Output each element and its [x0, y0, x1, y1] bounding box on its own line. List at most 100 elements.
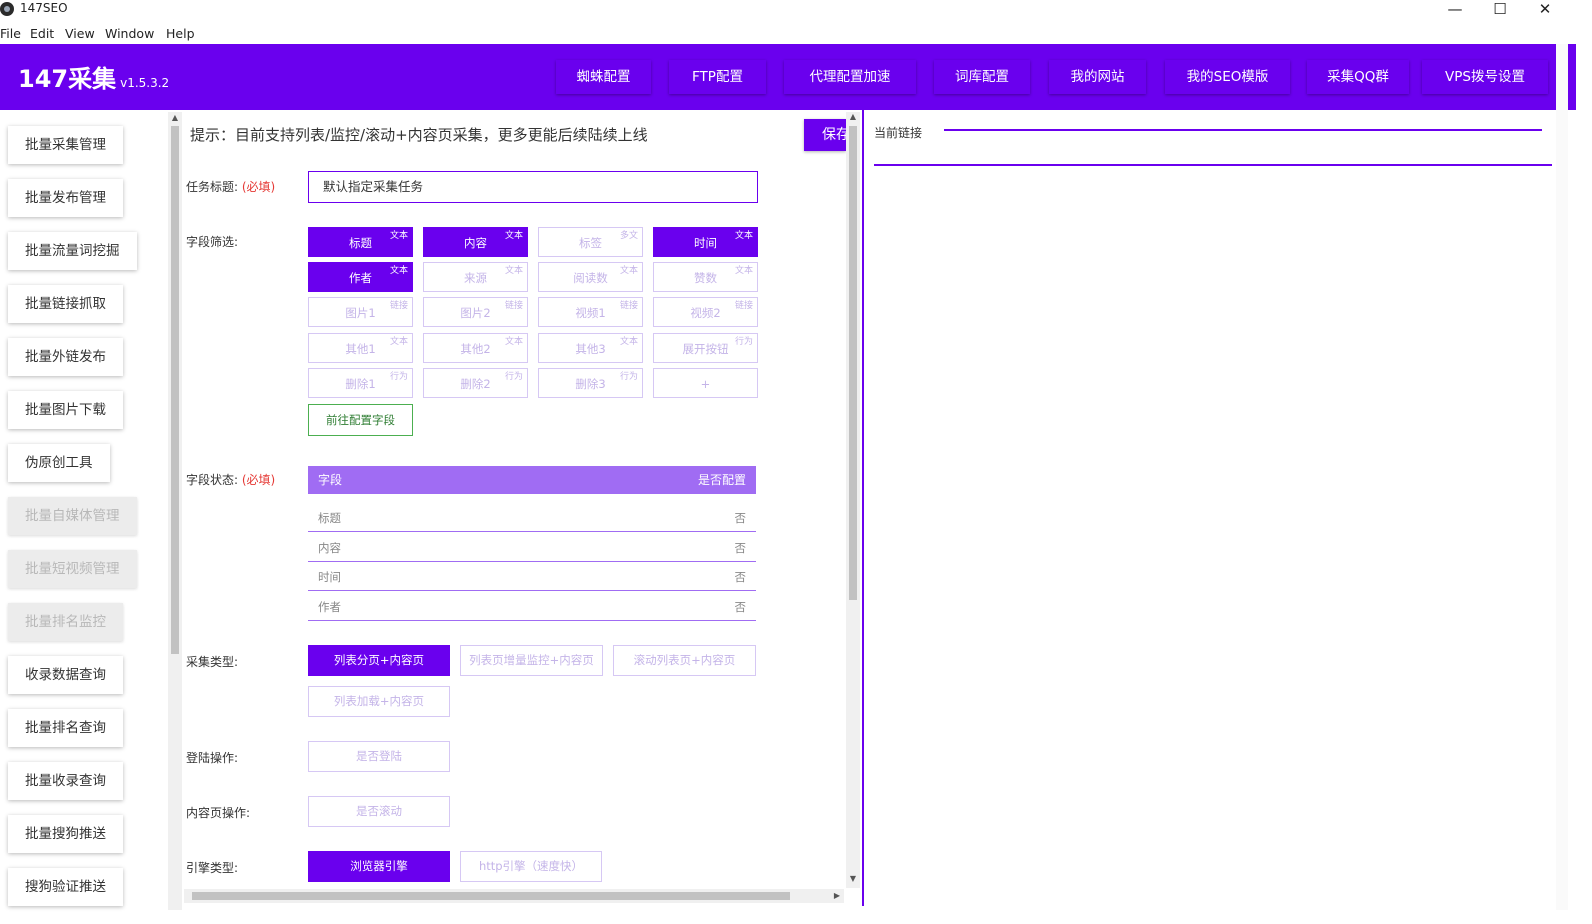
field-chip-name: 标题: [349, 236, 372, 250]
sidebar-item-sogou-push[interactable]: 批量搜狗推送: [8, 815, 123, 853]
field-chip[interactable]: 时间 文本: [653, 227, 758, 257]
status-row-value: 否: [734, 541, 747, 555]
field-chip-name: +: [700, 377, 711, 391]
nav-ftp-config[interactable]: FTP配置: [669, 60, 766, 94]
nav-vps-dialup[interactable]: VPS拨号设置: [1422, 60, 1548, 94]
sidebar-item-batch-publish[interactable]: 批量发布管理: [8, 179, 123, 217]
sidebar-item-traffic-keywords[interactable]: 批量流量词挖掘: [8, 232, 137, 270]
field-chip-name: 标签: [579, 236, 602, 250]
sidebar-item-rank-query[interactable]: 批量排名查询: [8, 709, 123, 747]
scroll-toggle-button[interactable]: 是否滚动: [308, 796, 450, 827]
engine-browser-button[interactable]: 浏览器引擎: [308, 851, 450, 882]
menu-file[interactable]: File: [0, 26, 21, 41]
field-chip[interactable]: 其他2 文本: [423, 333, 528, 363]
sidebar-item-batch-collect[interactable]: 批量采集管理: [8, 126, 123, 164]
field-chip[interactable]: +: [653, 368, 758, 398]
sidebar-item-sogou-verify[interactable]: 搜狗验证推送: [8, 868, 123, 906]
sidebar-item-image-download[interactable]: 批量图片下载: [8, 391, 123, 429]
field-chip[interactable]: 图片2 链接: [423, 297, 528, 327]
field-chip[interactable]: 展开按钮 行为: [653, 333, 758, 363]
field-chip-name: 图片1: [345, 306, 376, 320]
goto-config-fields-button[interactable]: 前往配置字段: [308, 404, 413, 436]
field-chip[interactable]: 删除3 行为: [538, 368, 643, 398]
field-chip-type-tag: 文本: [389, 231, 408, 241]
task-title-input[interactable]: 默认指定采集任务: [308, 171, 758, 203]
field-chip[interactable]: 删除1 行为: [308, 368, 413, 398]
collect-type-list-paging[interactable]: 列表分页+内容页: [308, 645, 450, 676]
nav-seo-templates[interactable]: 我的SEO模版: [1165, 60, 1290, 94]
field-chip[interactable]: 其他3 文本: [538, 333, 643, 363]
field-chip[interactable]: 标题 文本: [308, 227, 413, 257]
table-row: 内容 否: [308, 533, 756, 562]
sidebar-item-short-video[interactable]: 批量短视频管理: [8, 550, 137, 588]
status-col-field: 字段: [318, 473, 343, 487]
menu-edit[interactable]: Edit: [30, 26, 54, 41]
sidebar-item-index-data[interactable]: 收录数据查询: [8, 656, 123, 694]
field-chip-name: 视频1: [575, 306, 606, 320]
main-scroll-down-icon[interactable]: ▼: [848, 874, 858, 883]
field-status-label: 字段状态: (必填): [186, 471, 275, 488]
field-filter-label: 字段筛选:: [186, 235, 239, 249]
field-chip[interactable]: 删除2 行为: [423, 368, 528, 398]
sidebar-scroll-up-icon[interactable]: ▲: [170, 113, 180, 122]
close-button[interactable]: ✕: [1522, 0, 1568, 20]
login-toggle-button[interactable]: 是否登陆: [308, 741, 450, 772]
field-status-table-header: 字段 是否配置: [308, 466, 756, 494]
field-chip-type-tag: 链接: [619, 301, 638, 311]
main-scroll-right-icon[interactable]: ▶: [832, 891, 842, 900]
field-chip[interactable]: 赞数 文本: [653, 262, 758, 292]
window-scrollbar[interactable]: [1556, 44, 1568, 910]
status-row-field: 时间: [318, 570, 341, 584]
menu-window[interactable]: Window: [105, 26, 154, 41]
app-header: 147采集 v1.5.3.2 蜘蛛配置 FTP配置 代理配置加速 词库配置 我的网…: [0, 44, 1576, 110]
sidebar-item-backlink-publish[interactable]: 批量外链发布: [8, 338, 123, 376]
field-chip[interactable]: 阅读数 文本: [538, 262, 643, 292]
collect-type-scroll[interactable]: 滚动列表页+内容页: [613, 645, 756, 676]
minimize-button[interactable]: —: [1432, 0, 1478, 20]
sidebar-item-pseudo-original[interactable]: 伪原创工具: [8, 444, 110, 482]
field-chip[interactable]: 视频1 链接: [538, 297, 643, 327]
main-scroll-up-icon[interactable]: ▲: [848, 112, 858, 121]
sidebar-item-link-crawl[interactable]: 批量链接抓取: [8, 285, 123, 323]
sidebar-item-rank-monitor[interactable]: 批量排名监控: [8, 603, 123, 641]
engine-http-button[interactable]: http引擎（速度快）: [460, 851, 602, 882]
brand-logo: 147采集 v1.5.3.2: [18, 59, 169, 94]
field-chip[interactable]: 标签 多文: [538, 227, 643, 257]
field-chip-type-tag: 文本: [504, 337, 523, 347]
sidebar-item-index-query[interactable]: 批量收录查询: [8, 762, 123, 800]
main-scroll-thumb[interactable]: [849, 126, 857, 600]
field-chip-type-tag: 行为: [504, 372, 523, 382]
field-chip[interactable]: 图片1 链接: [308, 297, 413, 327]
field-chip-type-tag: 行为: [734, 337, 753, 347]
collect-type-incremental[interactable]: 列表页增量监控+内容页: [460, 645, 603, 676]
field-chip-type-tag: 文本: [389, 337, 408, 347]
nav-qq-group[interactable]: 采集QQ群: [1307, 60, 1409, 94]
nav-my-sites[interactable]: 我的网站: [1049, 60, 1146, 94]
field-chip-type-tag: 链接: [389, 301, 408, 311]
field-chip[interactable]: 视频2 链接: [653, 297, 758, 327]
maximize-button[interactable]: ☐: [1477, 0, 1523, 20]
field-chip-name: 赞数: [694, 271, 717, 285]
task-title-label: 任务标题: (必填): [186, 178, 275, 195]
current-link-field: [944, 129, 1542, 131]
sidebar-scroll-thumb[interactable]: [171, 126, 179, 654]
field-chip-name: 其他1: [345, 342, 376, 356]
nav-spider-config[interactable]: 蜘蛛配置: [556, 60, 651, 94]
field-chip-type-tag: 链接: [734, 301, 753, 311]
collect-type-list-load[interactable]: 列表加载+内容页: [308, 686, 450, 717]
field-chip[interactable]: 来源 文本: [423, 262, 528, 292]
field-chip-name: 图片2: [460, 306, 491, 320]
field-chip[interactable]: 作者 文本: [308, 262, 413, 292]
nav-proxy-config[interactable]: 代理配置加速: [784, 60, 916, 94]
table-row: 标题 否: [308, 503, 756, 532]
field-chip[interactable]: 其他1 文本: [308, 333, 413, 363]
field-chip-type-tag: 文本: [734, 266, 753, 276]
save-button[interactable]: 保存: [804, 119, 846, 151]
menu-help[interactable]: Help: [166, 26, 195, 41]
field-chip[interactable]: 内容 文本: [423, 227, 528, 257]
menu-view[interactable]: View: [65, 26, 95, 41]
nav-wordbank-config[interactable]: 词库配置: [934, 60, 1030, 94]
main-h-scroll-thumb[interactable]: [192, 892, 790, 900]
sidebar-item-self-media[interactable]: 批量自媒体管理: [8, 497, 137, 535]
task-title-label-text: 任务标题:: [186, 180, 239, 194]
